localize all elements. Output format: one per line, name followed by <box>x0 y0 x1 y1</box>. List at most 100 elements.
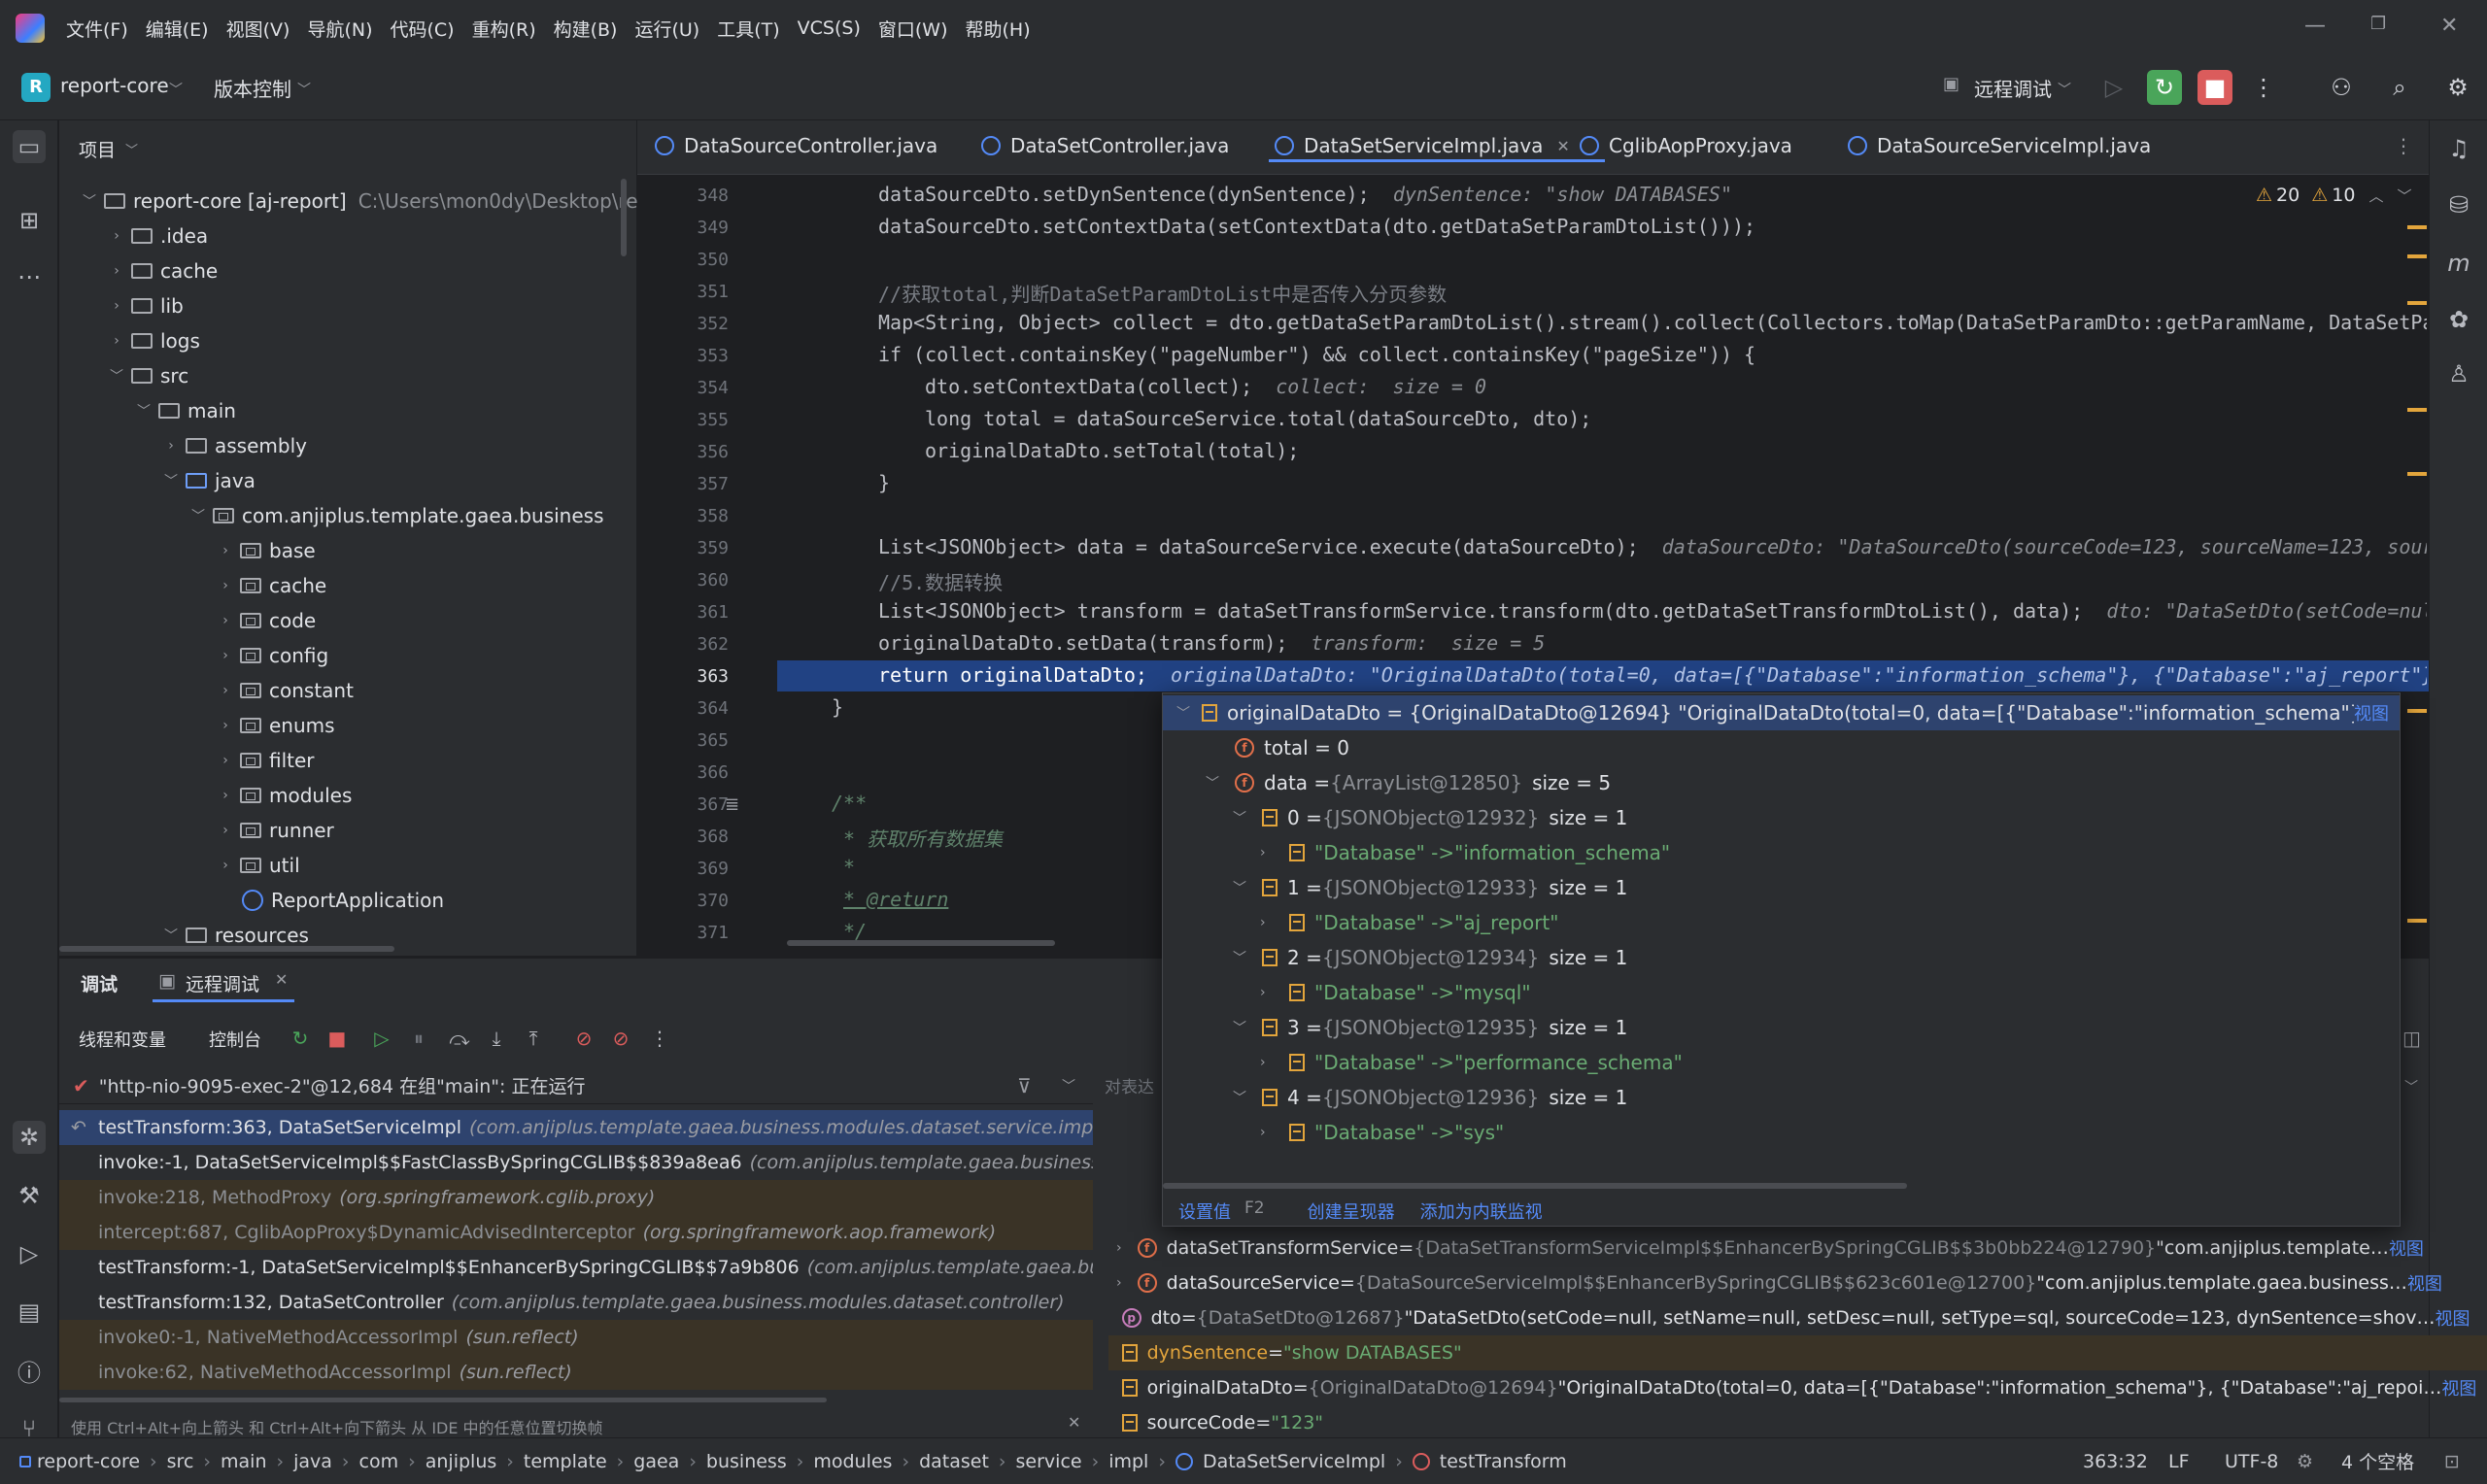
breadcrumb-item[interactable]: anjiplus <box>426 1451 497 1472</box>
resume-icon[interactable]: ▷ <box>368 1025 395 1052</box>
tree-node[interactable]: › util <box>215 849 299 882</box>
tab-console[interactable]: 控制台 <box>209 1027 261 1052</box>
breadcrumb-item[interactable]: java <box>293 1451 332 1472</box>
minimize-icon[interactable]: — <box>2304 14 2326 38</box>
structure-icon[interactable]: ⊞ <box>13 204 46 237</box>
debug-icon[interactable]: ✲ <box>13 1121 46 1154</box>
tree-node[interactable]: › code <box>215 604 316 637</box>
popup-entry-row[interactable]: › "Database" -> "aj_report" <box>1260 905 1558 940</box>
view-link[interactable]: 视图 <box>2441 1375 2476 1400</box>
services-icon[interactable]: ▷ <box>13 1237 46 1270</box>
close-hint-icon[interactable]: ✕ <box>1068 1413 1080 1432</box>
rerun-debug-icon[interactable]: ↻ <box>2147 70 2182 105</box>
maven-icon[interactable]: m <box>2442 247 2475 280</box>
warning-stripe-mark[interactable] <box>2407 254 2427 258</box>
breadcrumb-item[interactable]: template <box>524 1451 607 1472</box>
variable-row[interactable]: › f dataSetTransformService = {DataSetTran… <box>1108 1231 2487 1265</box>
view-link[interactable]: 视图 <box>2389 1235 2424 1261</box>
stack-frame[interactable]: invoke0:-1, NativeMethodAccessorImpl (sun… <box>59 1320 1093 1355</box>
rerun-icon[interactable]: ↻ <box>287 1025 314 1052</box>
menu-code[interactable]: 代码(C) <box>390 16 454 42</box>
project-panel-title[interactable]: 项目 <box>79 136 116 162</box>
popup-item-row[interactable]: ﹀ 1 = {JSONObject@12933} size = 1 <box>1233 870 1627 905</box>
popup-entry-row[interactable]: › "Database" -> "information_schema" <box>1260 835 1670 870</box>
variable-row[interactable]: ›originalDataDto = {OriginalDataDto@1269… <box>1108 1370 2487 1405</box>
tree-root[interactable]: ﹀ report-core [aj-report] C:\Users\mon0d… <box>79 185 663 218</box>
menu-vcs[interactable]: VCS(S) <box>798 17 861 39</box>
pause-icon[interactable]: ⏸ <box>405 1025 432 1052</box>
breadcrumb-item[interactable]: dataset <box>919 1451 989 1472</box>
more-tools-icon[interactable]: ⋯ <box>13 260 46 293</box>
warning-stripe-mark[interactable] <box>2407 709 2427 713</box>
warning-stripe-mark[interactable] <box>2407 408 2427 412</box>
stack-frame[interactable]: testTransform:-1, DataSetServiceImpl$$En… <box>59 1250 1093 1285</box>
view-breakpoints-icon[interactable]: ⊘ <box>570 1025 597 1052</box>
project-badge[interactable]: R <box>21 73 51 102</box>
menu-navigate[interactable]: 导航(N) <box>307 16 372 42</box>
build-icon[interactable]: ⚒ <box>13 1179 46 1212</box>
tree-node[interactable]: ﹀ main <box>133 394 236 427</box>
tab-datasetserviceimpl[interactable]: DataSetServiceImpl.java ✕ <box>1275 134 1570 157</box>
close-tab-icon[interactable]: ✕ <box>1556 137 1569 155</box>
tree-node[interactable]: › constant <box>215 674 354 707</box>
horizontal-scrollbar[interactable] <box>59 946 394 952</box>
frames-scrollbar[interactable] <box>59 1398 827 1402</box>
variable-row[interactable]: ›sourceCode = "123" <box>1108 1405 2487 1440</box>
menu-build[interactable]: 构建(B) <box>554 16 618 42</box>
view-link[interactable]: 视图 <box>2354 700 2389 725</box>
vcs-selector[interactable]: 版本控制 <box>214 74 291 102</box>
doc-render-icon[interactable]: ≣ <box>725 794 739 815</box>
ai-assistant-icon[interactable]: ✿ <box>2442 303 2475 336</box>
tabs-more-icon[interactable]: ⋮ <box>2394 134 2413 157</box>
menu-refactor[interactable]: 重构(R) <box>472 16 536 42</box>
breadcrumb-item[interactable]: business <box>706 1451 787 1472</box>
evaluate-expression-input[interactable]: 对表达 <box>1105 1073 1154 1097</box>
tree-node[interactable]: › runner <box>215 814 334 847</box>
popup-item-row[interactable]: ﹀ 4 = {JSONObject@12936} size = 1 <box>1233 1080 1627 1115</box>
breadcrumb-item[interactable]: modules <box>813 1451 892 1472</box>
restore-icon[interactable]: ❐ <box>2370 14 2386 34</box>
stack-frame[interactable]: invoke:-1, DataSetServiceImpl$$FastClass… <box>59 1145 1093 1180</box>
run-config-selector[interactable]: 远程调试 <box>1974 74 2052 102</box>
vertical-scrollbar[interactable] <box>621 179 627 256</box>
tree-node[interactable]: › enums <box>215 709 334 742</box>
menu-window[interactable]: 窗口(W) <box>878 16 948 42</box>
breadcrumb-item[interactable]: DataSetServiceImpl <box>1203 1451 1385 1472</box>
tree-node[interactable]: ﹀ src <box>106 359 188 392</box>
lock-icon[interactable]: ⊡ <box>2444 1451 2460 1472</box>
more-icon[interactable]: ⋮ <box>646 1025 673 1052</box>
stop-debug-icon[interactable]: ■ <box>324 1025 351 1052</box>
tab-remote-debug[interactable]: 远程调试 <box>186 970 259 996</box>
popup-item-row[interactable]: ﹀ 3 = {JSONObject@12935} size = 1 <box>1233 1010 1627 1045</box>
menu-help[interactable]: 帮助(H) <box>966 16 1031 42</box>
popup-field-row[interactable]: f total = 0 <box>1235 730 1349 765</box>
filter-icon[interactable]: ⊽ <box>1017 1074 1032 1097</box>
tree-node[interactable]: › lib <box>106 289 184 322</box>
variable-row[interactable]: ›pdto = {DataSetDto@12687} "DataSetDto(s… <box>1108 1300 2487 1335</box>
settings-icon[interactable]: ⚙ <box>2440 70 2475 105</box>
terminal-icon[interactable]: ▤ <box>13 1296 46 1329</box>
tree-node[interactable]: › config <box>215 639 328 672</box>
tree-node[interactable]: › logs <box>106 324 200 357</box>
line-separator[interactable]: LF <box>2168 1451 2190 1472</box>
popup-item-row[interactable]: ﹀ 0 = {JSONObject@12932} size = 1 <box>1233 800 1627 835</box>
chevron-down-icon[interactable]: ﹀ <box>1062 1076 1075 1096</box>
view-link[interactable]: 视图 <box>2407 1270 2442 1296</box>
mute-breakpoints-icon[interactable]: ⊘ <box>607 1025 634 1052</box>
search-icon[interactable]: ⌕ <box>2382 70 2417 105</box>
tab-datasourcecontroller[interactable]: DataSourceController.java <box>655 134 937 157</box>
popup-item-row[interactable]: ﹀ 2 = {JSONObject@12934} size = 1 <box>1233 940 1627 975</box>
run-icon[interactable]: ▷ <box>2096 70 2131 105</box>
breadcrumb-item[interactable]: testTransform <box>1440 1451 1567 1472</box>
step-over-icon[interactable]: ⤼ <box>446 1025 473 1052</box>
close-tab-icon[interactable]: ✕ <box>275 970 288 989</box>
breadcrumb-item[interactable]: impl <box>1108 1451 1148 1472</box>
indent-setting[interactable]: 4 个空格 <box>2341 1448 2414 1474</box>
tab-debug[interactable]: 调试 <box>81 970 118 996</box>
breadcrumb-item[interactable]: src <box>167 1451 194 1472</box>
breadcrumb-item[interactable]: gaea <box>633 1451 679 1472</box>
add-user-icon[interactable]: ⚇ <box>2324 70 2359 105</box>
file-encoding[interactable]: UTF-8 <box>2225 1451 2278 1472</box>
popup-root-row[interactable]: ﹀ originalDataDto = {OriginalDataDto@126… <box>1163 695 2400 730</box>
tab-threads-variables[interactable]: 线程和变量 <box>79 1027 166 1052</box>
